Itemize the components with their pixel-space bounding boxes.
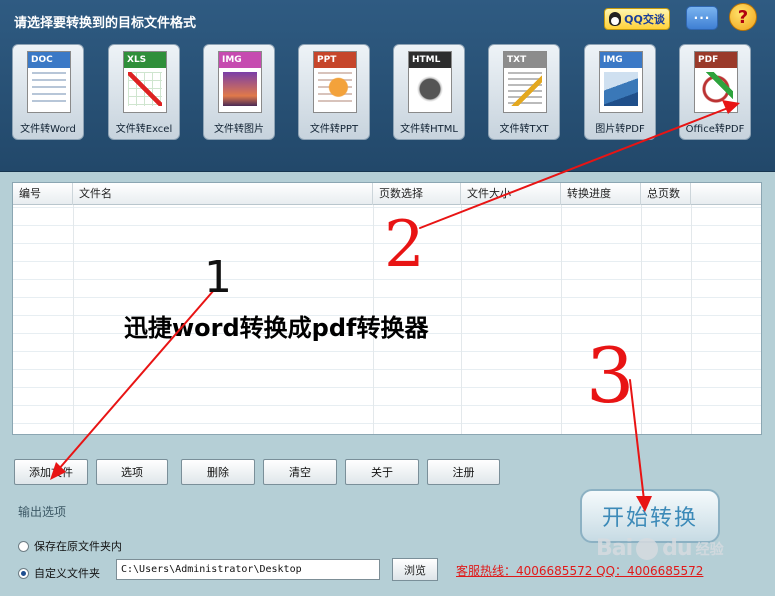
tool-image-to-pdf[interactable]: IMG 图片转PDF: [584, 44, 656, 140]
image-pdf-doc-icon: IMG: [599, 51, 643, 113]
clear-button[interactable]: 清空: [263, 459, 337, 485]
tool-band: PPT: [314, 52, 356, 68]
tool-label: 文件转Word: [20, 124, 76, 135]
options-button[interactable]: 选项: [96, 459, 168, 485]
tool-band: XLS: [124, 52, 166, 68]
column-header-filename[interactable]: 文件名: [73, 183, 373, 205]
custom-folder-option[interactable]: 自定义文件夹: [18, 565, 100, 581]
support-hotline-link[interactable]: 客服热线：4006685572 QQ：4006685572: [456, 562, 703, 579]
add-file-button[interactable]: 添加文件: [14, 459, 88, 485]
column-header-progress[interactable]: 转换进度: [561, 183, 641, 205]
tool-file-to-excel[interactable]: XLS 文件转Excel: [108, 44, 180, 140]
tool-band: PDF: [695, 52, 737, 68]
save-original-option[interactable]: 保存在原文件夹内: [18, 538, 122, 554]
tool-file-to-word[interactable]: DOC 文件转Word: [12, 44, 84, 140]
start-convert-button[interactable]: 开始转换: [580, 489, 720, 543]
tool-band: IMG: [600, 52, 642, 68]
tool-label: Office转PDF: [685, 124, 745, 135]
tool-file-to-image[interactable]: IMG 文件转图片: [203, 44, 275, 140]
image-doc-icon: IMG: [218, 51, 262, 113]
chat-bubble-icon[interactable]: ···: [686, 6, 718, 30]
baidu-paw-icon: [636, 537, 659, 560]
column-header-total-pages[interactable]: 总页数: [641, 183, 691, 205]
header-title: 请选择要转换到的目标文件格式: [14, 16, 197, 31]
excel-doc-icon: XLS: [123, 51, 167, 113]
column-header-file-size[interactable]: 文件大小: [461, 183, 561, 205]
column-header-page-select[interactable]: 页数选择: [373, 183, 461, 205]
qq-penguin-icon: [609, 12, 622, 26]
tool-label: 文件转TXT: [499, 124, 549, 135]
ppt-doc-icon: PPT: [313, 51, 357, 113]
word-doc-icon: DOC: [27, 51, 71, 113]
tool-label: 图片转PDF: [595, 124, 645, 135]
tool-band: IMG: [219, 52, 261, 68]
tool-file-to-txt[interactable]: TXT 文件转TXT: [488, 44, 560, 140]
about-button[interactable]: 关于: [345, 459, 419, 485]
column-header-number[interactable]: 编号: [13, 183, 73, 205]
tool-band: HTML: [409, 52, 451, 68]
delete-button[interactable]: 删除: [181, 459, 255, 485]
tool-file-to-ppt[interactable]: PPT 文件转PPT: [298, 44, 370, 140]
help-icon[interactable]: ?: [729, 3, 757, 31]
qq-chat-label: QQ交谈: [624, 13, 665, 26]
baidu-watermark: Bai du 经验: [596, 536, 724, 561]
output-path-input[interactable]: C:\Users\Administrator\Desktop: [116, 559, 380, 580]
tool-label: 文件转图片: [214, 124, 264, 135]
register-button[interactable]: 注册: [427, 459, 500, 485]
txt-doc-icon: TXT: [503, 51, 547, 113]
qq-chat-button[interactable]: QQ交谈: [604, 8, 670, 30]
save-original-label: 保存在原文件夹内: [34, 540, 122, 553]
tool-label: 文件转PPT: [309, 124, 359, 135]
overlay-caption: 迅捷word转换成pdf转换器: [124, 314, 429, 342]
watermark-logo-text: Bai: [596, 536, 633, 561]
tool-office-to-pdf[interactable]: PDF Office转PDF: [679, 44, 751, 140]
radio-save-original[interactable]: [18, 540, 29, 552]
custom-folder-label: 自定义文件夹: [34, 567, 100, 580]
tool-file-to-html[interactable]: HTML 文件转HTML: [393, 44, 465, 140]
html-doc-icon: HTML: [408, 51, 452, 113]
radio-custom-folder[interactable]: [18, 567, 29, 579]
output-options-title: 输出选项: [18, 505, 67, 519]
watermark-logo-text-2: du: [662, 536, 692, 561]
tool-band: DOC: [28, 52, 70, 68]
watermark-sub-text: 经验: [695, 541, 724, 558]
browse-button[interactable]: 浏览: [392, 558, 438, 581]
file-list-header: 编号 文件名 页数选择 文件大小 转换进度 总页数: [13, 183, 761, 205]
pdf-doc-icon: PDF: [694, 51, 738, 113]
tool-band: TXT: [504, 52, 546, 68]
tool-label: 文件转Excel: [115, 124, 173, 135]
toolbar-header: 请选择要转换到的目标文件格式 QQ交谈 ··· ? DOC 文件转Word XL…: [0, 0, 775, 172]
tool-label: 文件转HTML: [400, 124, 458, 135]
